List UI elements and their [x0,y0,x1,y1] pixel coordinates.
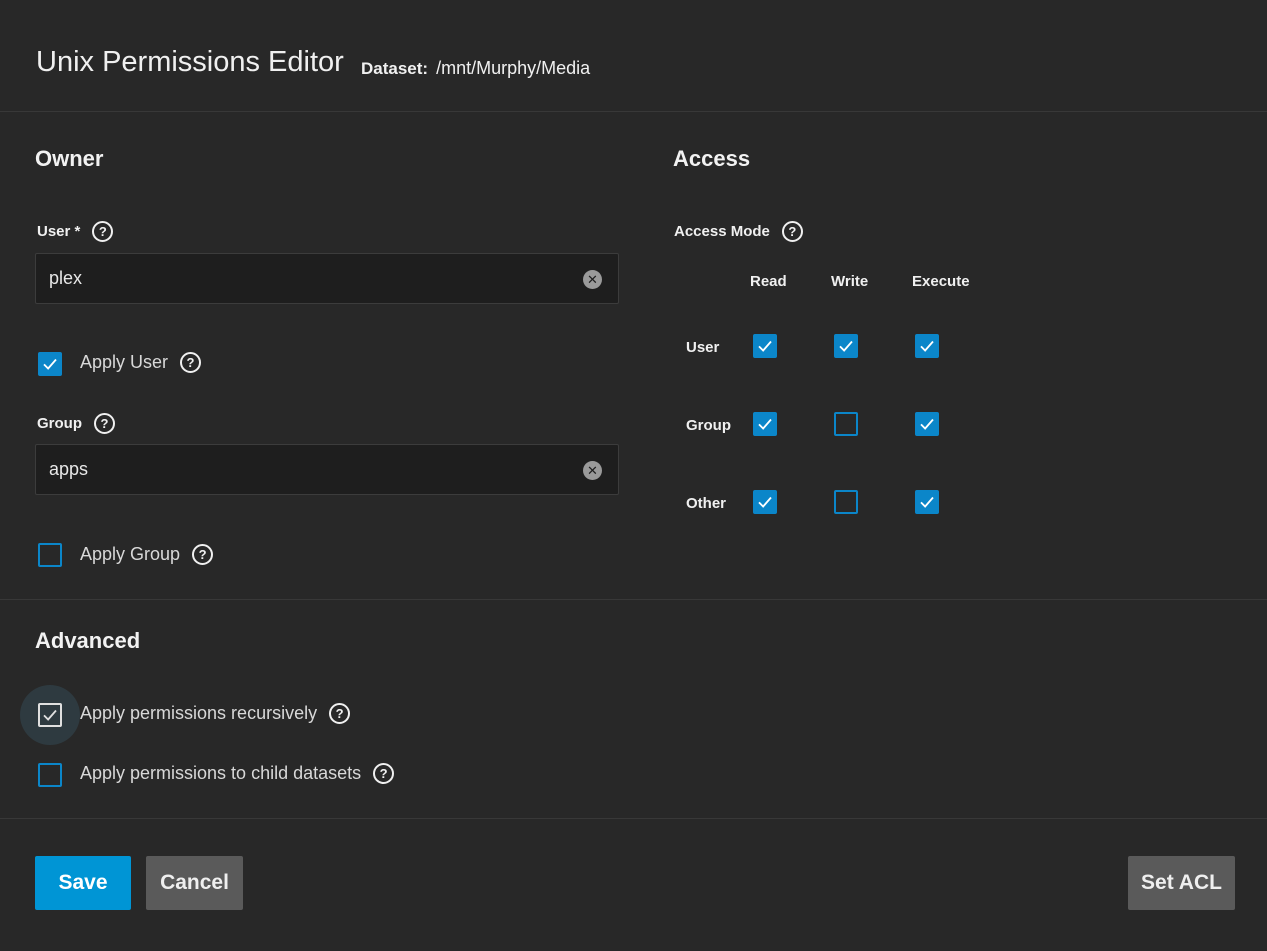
other-execute-checkbox[interactable] [915,490,939,514]
apply-child-datasets-checkbox[interactable] [38,763,62,787]
set-acl-button[interactable]: Set ACL [1128,856,1235,910]
checkmark-icon [43,709,57,721]
col-write-header: Write [831,273,869,290]
group-field-label: Group ? [37,413,115,434]
apply-group-row: Apply Group ? [80,544,214,565]
user-input-value[interactable]: plex [49,268,82,289]
checkmark-icon [920,418,934,430]
apply-recursively-label[interactable]: Apply permissions recursively [80,703,317,724]
group-clear-icon[interactable]: ✕ [583,461,602,480]
owner-section-title: Owner [35,146,104,171]
access-mode-help-icon[interactable]: ? [781,221,803,242]
apply-recursively-help-icon[interactable]: ? [329,703,351,724]
user-clear-icon[interactable]: ✕ [583,270,602,289]
user-field-label: User * ? [37,221,114,242]
other-write-checkbox[interactable] [834,490,858,514]
row-other-label: Other [686,495,727,512]
apply-user-row: Apply User ? [80,352,202,373]
section-divider [0,599,1267,600]
apply-recursively-row: Apply permissions recursively ? [80,703,351,724]
apply-user-checkbox[interactable] [38,352,62,376]
apply-user-label[interactable]: Apply User [80,352,168,373]
save-button[interactable]: Save [35,856,131,910]
group-read-checkbox[interactable] [753,412,777,436]
apply-child-datasets-help-icon[interactable]: ? [373,763,395,784]
group-execute-checkbox[interactable] [915,412,939,436]
checkmark-icon [758,418,772,430]
user-write-checkbox[interactable] [834,334,858,358]
checkmark-icon [839,340,853,352]
checkmark-icon [758,496,772,508]
dataset-info: Dataset: /mnt/Murphy/Media [361,58,590,79]
apply-child-datasets-label[interactable]: Apply permissions to child datasets [80,763,361,784]
col-read-header: Read [750,273,787,290]
access-mode-label-text: Access Mode [674,223,770,240]
apply-group-checkbox[interactable] [38,543,62,567]
apply-user-help-icon[interactable]: ? [180,352,202,373]
col-execute-header: Execute [912,273,970,290]
checkmark-icon [758,340,772,352]
access-section-title: Access [673,146,751,171]
apply-group-label[interactable]: Apply Group [80,544,180,565]
other-read-checkbox[interactable] [753,490,777,514]
group-input[interactable]: apps ✕ [35,444,619,495]
apply-child-datasets-row: Apply permissions to child datasets ? [80,763,395,784]
user-input[interactable]: plex ✕ [35,253,619,304]
group-help-icon[interactable]: ? [94,413,115,434]
group-label-text: Group [37,415,82,432]
checkmark-icon [43,358,57,370]
access-mode-label: Access Mode ? [674,221,803,242]
row-user-label: User [686,339,720,356]
user-help-icon[interactable]: ? [92,221,114,242]
group-write-checkbox[interactable] [834,412,858,436]
checkmark-icon [920,340,934,352]
dialog-header: Unix Permissions Editor Dataset: /mnt/Mur… [0,0,1267,112]
group-input-value[interactable]: apps [49,459,88,480]
apply-group-help-icon[interactable]: ? [192,544,214,565]
user-execute-checkbox[interactable] [915,334,939,358]
row-group-label: Group [686,417,731,434]
cancel-button[interactable]: Cancel [146,856,243,910]
page-title: Unix Permissions Editor [36,46,344,78]
checkmark-icon [920,496,934,508]
user-label-text: User * [37,223,81,240]
footer-divider [0,818,1267,819]
apply-recursively-checkbox[interactable] [38,703,62,727]
advanced-section-title: Advanced [35,628,141,653]
dataset-label: Dataset: [361,59,429,78]
user-read-checkbox[interactable] [753,334,777,358]
dataset-path: /mnt/Murphy/Media [436,58,591,78]
